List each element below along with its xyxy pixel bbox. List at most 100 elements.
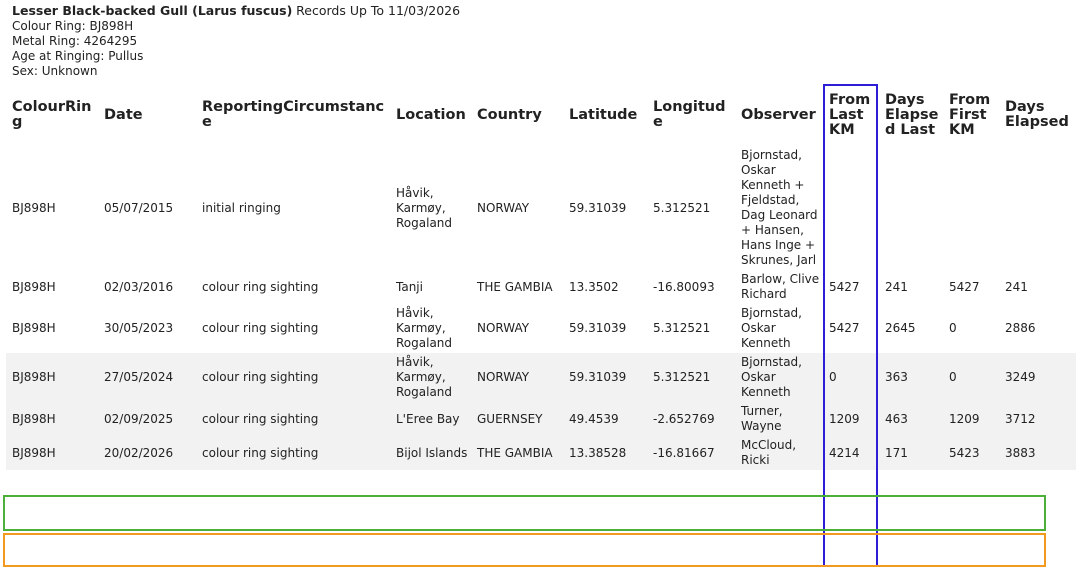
cell-days-elapsed-last: 2645 [879, 304, 943, 353]
table-row: BJ898H 02/09/2025 colour ring sighting L… [6, 402, 1076, 436]
cell-country: GUERNSEY [471, 402, 563, 436]
table-row: BJ898H 27/05/2024 colour ring sighting H… [6, 353, 1076, 402]
cell-observer: Bjornstad, Oskar Kenneth + Fjeldstad, Da… [735, 146, 823, 270]
metal-ring-line: Metal Ring: 4264295 [12, 34, 138, 48]
cell-reporting-circumstance: colour ring sighting [196, 436, 390, 470]
cell-latitude: 59.31039 [563, 304, 647, 353]
cell-colourring: BJ898H [6, 304, 98, 353]
cell-days-elapsed-last [879, 146, 943, 270]
cell-from-first-km: 0 [943, 353, 999, 402]
cell-location: Håvik, Karmøy, Rogaland [390, 353, 471, 402]
guernsey-row-highlight-box [3, 495, 1046, 531]
cell-colourring: BJ898H [6, 146, 98, 270]
cell-longitude: 5.312521 [647, 353, 735, 402]
table-header-row: ColourRing Date ReportingCircumstance Lo… [6, 84, 1076, 146]
cell-from-last-km: 4214 [823, 436, 879, 470]
cell-date: 20/02/2026 [98, 436, 196, 470]
cell-days-elapsed: 241 [999, 270, 1076, 304]
cell-from-last-km: 5427 [823, 304, 879, 353]
cell-country: NORWAY [471, 304, 563, 353]
column-header-days-elapsed: Days Elapsed [1005, 99, 1069, 130]
column-header-reporting-circumstance: ReportingCircumstance [202, 99, 385, 130]
column-header-observer: Observer [741, 106, 816, 123]
cell-days-elapsed-last: 171 [879, 436, 943, 470]
cell-latitude: 13.38528 [563, 436, 647, 470]
cell-from-first-km: 5427 [943, 270, 999, 304]
cell-reporting-circumstance: initial ringing [196, 146, 390, 270]
cell-days-elapsed: 3883 [999, 436, 1076, 470]
cell-days-elapsed-last: 463 [879, 402, 943, 436]
cell-from-last-km: 5427 [823, 270, 879, 304]
cell-observer: Bjornstad, Oskar Kenneth [735, 304, 823, 353]
cell-date: 30/05/2023 [98, 304, 196, 353]
cell-days-elapsed-last: 363 [879, 353, 943, 402]
cell-observer: Barlow, Clive Richard [735, 270, 823, 304]
cell-from-first-km: 0 [943, 304, 999, 353]
cell-days-elapsed-last: 241 [879, 270, 943, 304]
cell-location: Håvik, Karmøy, Rogaland [390, 146, 471, 270]
cell-country: THE GAMBIA [471, 436, 563, 470]
sightings-table: ColourRing Date ReportingCircumstance Lo… [6, 84, 1076, 470]
cell-latitude: 59.31039 [563, 353, 647, 402]
column-header-from-first-km: From First KM [949, 91, 991, 138]
cell-date: 27/05/2024 [98, 353, 196, 402]
table-row: BJ898H 30/05/2023 colour ring sighting H… [6, 304, 1076, 353]
column-header-longitude: Longitude [653, 99, 726, 130]
cell-observer: McCloud, Ricki [735, 436, 823, 470]
cell-latitude: 13.3502 [563, 270, 647, 304]
cell-reporting-circumstance: colour ring sighting [196, 402, 390, 436]
record-title: Lesser Black-backed Gull (Larus fuscus) … [12, 3, 460, 19]
cell-colourring: BJ898H [6, 270, 98, 304]
cell-reporting-circumstance: colour ring sighting [196, 270, 390, 304]
cell-from-last-km: 1209 [823, 402, 879, 436]
cell-from-last-km [823, 146, 879, 270]
cell-reporting-circumstance: colour ring sighting [196, 304, 390, 353]
cell-days-elapsed: 2886 [999, 304, 1076, 353]
cell-country: NORWAY [471, 146, 563, 270]
cell-longitude: -2.652769 [647, 402, 735, 436]
cell-colourring: BJ898H [6, 402, 98, 436]
cell-location: Bijol Islands [390, 436, 471, 470]
cell-from-last-km: 0 [823, 353, 879, 402]
cell-country: THE GAMBIA [471, 270, 563, 304]
cell-colourring: BJ898H [6, 436, 98, 470]
record-header: Lesser Black-backed Gull (Larus fuscus) … [12, 3, 460, 79]
table-row: BJ898H 20/02/2026 colour ring sighting B… [6, 436, 1076, 470]
cell-from-first-km [943, 146, 999, 270]
cell-longitude: 5.312521 [647, 146, 735, 270]
cell-date: 02/09/2025 [98, 402, 196, 436]
species-name: Lesser Black-backed Gull (Larus fuscus) [12, 3, 293, 18]
cell-observer: Turner, Wayne [735, 402, 823, 436]
column-header-from-last-km: From Last KM [829, 91, 871, 138]
cell-longitude: -16.80093 [647, 270, 735, 304]
table-row: BJ898H 05/07/2015 initial ringing Håvik,… [6, 146, 1076, 270]
column-header-colourring: ColourRing [12, 99, 92, 130]
cell-from-first-km: 1209 [943, 402, 999, 436]
table-row: BJ898H 02/03/2016 colour ring sighting T… [6, 270, 1076, 304]
cell-days-elapsed: 3249 [999, 353, 1076, 402]
cell-latitude: 59.31039 [563, 146, 647, 270]
cell-location: Tanji [390, 270, 471, 304]
column-header-days-elapsed-last: Days Elapsed Last [885, 91, 939, 138]
bijol-row-highlight-box [3, 533, 1046, 567]
cell-observer: Bjornstad, Oskar Kenneth [735, 353, 823, 402]
colour-ring-line: Colour Ring: BJ898H [12, 19, 134, 33]
cell-longitude: -16.81667 [647, 436, 735, 470]
column-header-date: Date [104, 106, 143, 123]
cell-days-elapsed [999, 146, 1076, 270]
cell-reporting-circumstance: colour ring sighting [196, 353, 390, 402]
cell-longitude: 5.312521 [647, 304, 735, 353]
cell-days-elapsed: 3712 [999, 402, 1076, 436]
cell-latitude: 49.4539 [563, 402, 647, 436]
cell-location: Håvik, Karmøy, Rogaland [390, 304, 471, 353]
column-header-location: Location [396, 106, 466, 123]
cell-location: L'Eree Bay [390, 402, 471, 436]
cell-colourring: BJ898H [6, 353, 98, 402]
cell-country: NORWAY [471, 353, 563, 402]
age-at-ringing-line: Age at Ringing: Pullus [12, 49, 144, 63]
sex-line: Sex: Unknown [12, 64, 98, 78]
cell-date: 02/03/2016 [98, 270, 196, 304]
cell-date: 05/07/2015 [98, 146, 196, 270]
records-date: Records Up To 11/03/2026 [296, 3, 461, 18]
column-header-country: Country [477, 106, 542, 123]
